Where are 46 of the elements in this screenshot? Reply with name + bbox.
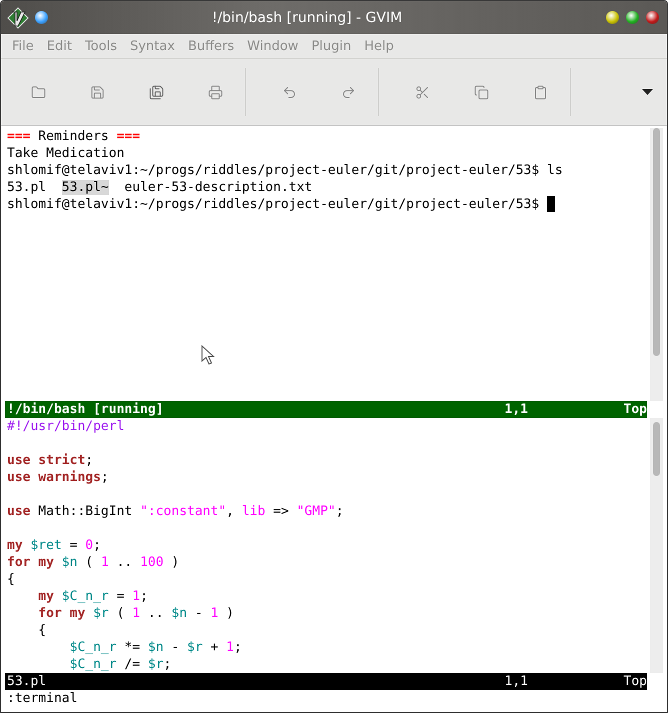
print-icon [208,84,223,100]
scrollbar[interactable] [650,418,663,673]
maximize-button[interactable] [626,11,639,24]
menu-item[interactable]: Tools [78,38,124,54]
text-cursor [547,196,556,212]
code-line: for my $r ( 1 .. $n - 1 ) [37,605,235,622]
mouse-pointer-icon [201,345,215,365]
terminal-line: === Reminders === [7,128,142,145]
code-line: use Math::BigInt ":constant", lib => "GMP"; [7,503,345,520]
undo-icon [282,84,297,100]
code-line: $C_n_r *= $n - $r + 1; [68,639,243,656]
code-line: #!/usr/bin/perl [7,418,126,435]
save-icon [90,84,105,100]
dropdown-caret-icon [642,89,652,95]
code-line: for my $n ( 1 .. 100 ) [7,554,180,571]
terminal-line: 53.pl 53.pl~ euler-53-description.txt [7,179,314,196]
cut-icon [415,84,430,100]
terminal-line: shlomif@telaviv1:~/progs/riddles/project-euler/git/project-euler/53$ [7,196,647,213]
code-line: use warnings; [7,469,110,486]
code-line: { [37,622,48,639]
window-menu-icon[interactable] [35,11,48,24]
code-line: use strict; [7,452,94,469]
menu-item[interactable]: Window [241,38,306,54]
command-line: :terminal [6,690,78,707]
redo-icon [341,84,356,100]
code-line: my $C_n_r = 1; [37,588,149,605]
window-title: !/bin/bash [running] - GVIM [210,10,404,26]
minimize-button[interactable] [606,11,619,24]
code-line: { [7,571,16,588]
code-line: $C_n_r /= $r; [68,656,172,673]
menu-item[interactable]: Syntax [124,38,182,54]
menu-item[interactable]: Edit [40,38,79,54]
terminal-line: Take Medication [7,145,126,162]
menu-item[interactable]: File [6,38,41,54]
code-line: my $ret = 0; [7,537,102,554]
terminal-line: shlomif@telaviv1:~/progs/riddles/project-euler/git/project-euler/53$ ls [7,162,564,179]
scrollbar[interactable] [650,128,663,401]
open-folder-icon [31,84,46,100]
paste-icon [533,84,548,100]
save-all-icon [149,84,164,100]
menu-item[interactable]: Plugin [305,38,358,54]
close-button[interactable] [646,11,659,24]
menu-item[interactable]: Help [358,38,401,54]
vim-logo-icon [7,6,29,28]
copy-icon [474,84,489,100]
menu-item[interactable]: Buffers [182,38,242,54]
